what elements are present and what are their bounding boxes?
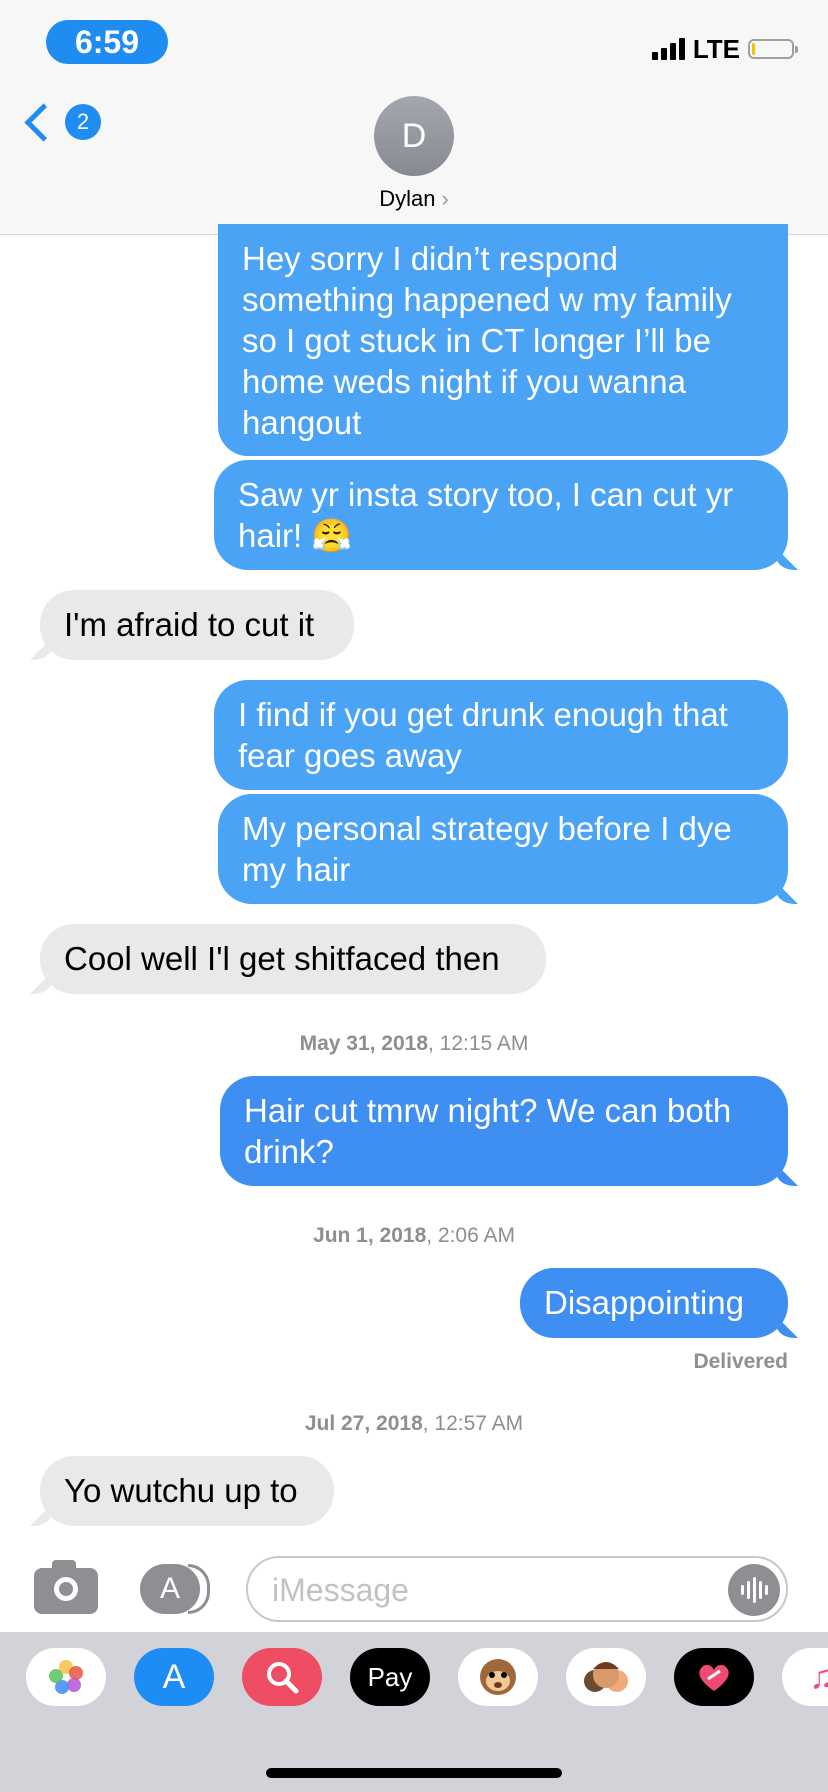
apple-pay-icon[interactable]: Pay <box>350 1648 430 1706</box>
message-text: Disappointing <box>544 1284 744 1321</box>
message-bubble-sent[interactable]: My personal strategy before I dye my hai… <box>218 794 788 904</box>
apple-pay-label: Pay <box>367 1661 413 1692</box>
message-text: Hey sorry I didn’t respond something hap… <box>242 240 732 441</box>
conversation-timestamp: Jun 1, 2018, 2:06 AM <box>0 1224 828 1248</box>
status-indicators: LTE <box>651 33 798 64</box>
timestamp-time: , 12:57 AM <box>422 1412 524 1435</box>
contact-name-button[interactable]: Dylan › <box>0 186 828 212</box>
message-text: Saw yr insta story too, I can cut yr hai… <box>238 476 734 554</box>
message-bubble-sent[interactable]: Disappointing <box>520 1268 788 1338</box>
audio-message-icon[interactable] <box>728 1564 780 1616</box>
message-text: Hair cut tmrw night? We can both drink? <box>244 1092 732 1170</box>
message-bubble-received[interactable]: I'm afraid to cut it <box>40 590 354 660</box>
home-indicator[interactable] <box>266 1768 562 1778</box>
timestamp-date: Jun 1, 2018 <box>313 1224 427 1247</box>
digital-touch-icon[interactable] <box>674 1648 754 1706</box>
timestamp-time: , 2:06 AM <box>426 1224 515 1247</box>
message-bubble-sent[interactable]: Hair cut tmrw night? We can both drink? <box>220 1076 788 1186</box>
timestamp-date: Jul 27, 2018 <box>304 1412 423 1435</box>
timestamp-date: May 31, 2018 <box>299 1032 429 1055</box>
message-bubble-sent[interactable]: Saw yr insta story too, I can cut yr hai… <box>214 460 788 570</box>
cellular-signal-icon <box>651 38 685 60</box>
message-text: My personal strategy before I dye my hai… <box>242 810 732 888</box>
message-bubble-received[interactable]: Yo wutchu up to <box>40 1456 334 1526</box>
app-drawer: A Pay ♫ <box>0 1632 828 1792</box>
conversation-header: 6:59 LTE 2 D Dylan › <box>0 0 828 235</box>
conversation-timestamp: May 31, 2018, 12:15 AM <box>0 1032 828 1056</box>
app-store-toggle-arc <box>188 1564 210 1614</box>
memoji-icon[interactable] <box>566 1648 646 1706</box>
message-input-bar: A <box>0 1534 828 1630</box>
status-time: 6:59 <box>46 20 168 64</box>
search-images-icon[interactable] <box>242 1648 322 1706</box>
app-store-icon[interactable]: A <box>134 1648 214 1706</box>
delivery-status: Delivered <box>693 1350 788 1373</box>
back-button[interactable]: 2 <box>22 102 101 142</box>
timestamp-time: , 12:15 AM <box>428 1032 529 1055</box>
music-icon[interactable]: ♫ <box>782 1648 828 1706</box>
network-type: LTE <box>692 33 740 64</box>
contact-name: Dylan <box>379 186 436 211</box>
message-input[interactable] <box>270 1566 704 1614</box>
camera-icon[interactable] <box>34 1560 98 1614</box>
message-text: I find if you get drunk enough that fear… <box>238 696 728 774</box>
message-bubble-sent[interactable]: Hey sorry I didn’t respond something hap… <box>218 224 788 456</box>
photos-icon[interactable] <box>26 1648 106 1706</box>
animoji-monkey-icon[interactable] <box>458 1648 538 1706</box>
message-text: Yo wutchu up to <box>64 1472 298 1509</box>
message-text: I'm afraid to cut it <box>64 606 315 643</box>
avatar[interactable]: D <box>374 96 454 176</box>
message-field[interactable] <box>246 1556 788 1622</box>
conversation-timestamp: Jul 27, 2018, 12:57 AM <box>0 1412 828 1436</box>
battery-icon <box>748 39 798 59</box>
unread-badge: 2 <box>65 104 101 140</box>
chevron-left-icon <box>24 102 63 142</box>
message-bubble-received[interactable]: Cool well I'l get shitfaced then <box>40 924 546 994</box>
chevron-right-icon: › <box>441 186 449 211</box>
message-bubble-sent[interactable]: I find if you get drunk enough that fear… <box>214 680 788 790</box>
message-text: Cool well I'l get shitfaced then <box>64 940 500 977</box>
